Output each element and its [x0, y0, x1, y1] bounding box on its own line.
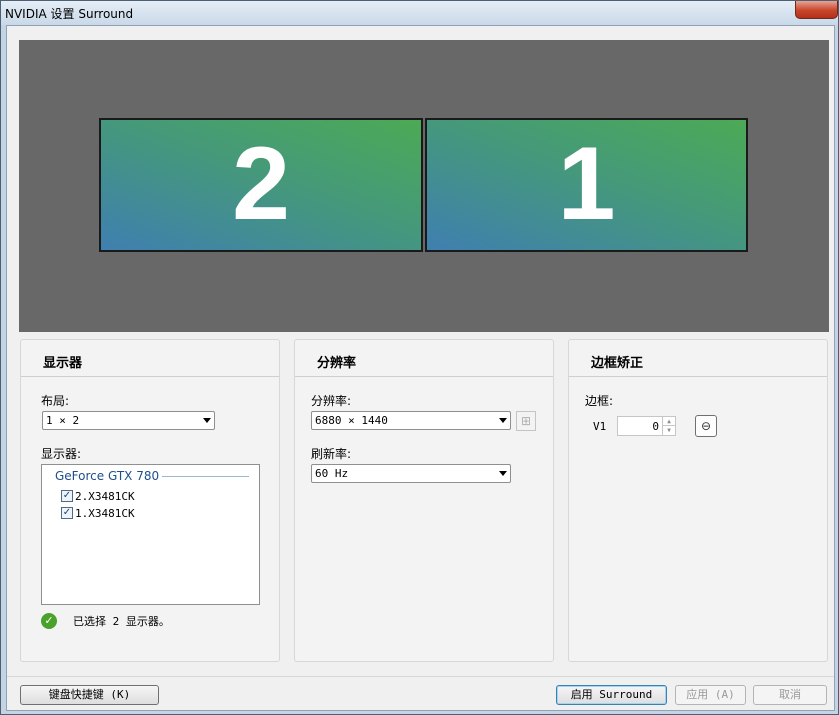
close-button[interactable] [795, 1, 838, 19]
panel-header: 显示器 [21, 340, 279, 377]
window-title: NVIDIA 设置 Surround [5, 7, 134, 21]
chevron-down-icon [499, 471, 507, 476]
display-list[interactable]: GeForce GTX 780 ✓ 2.X3481CK ✓ 1.X3481CK [41, 464, 260, 605]
panel-header: 分辨率 [295, 340, 553, 377]
gpu-group-label: GeForce GTX 780 [55, 469, 160, 483]
resolution-label: 分辨率: [311, 394, 352, 408]
resolution-dropdown[interactable]: 6880 × 1440 [311, 411, 511, 430]
client-area: 2 1 显示器 布局: 1 × 2 显示器: GeForce GTX 780 ✓ [6, 25, 835, 711]
displays-panel: 显示器 布局: 1 × 2 显示器: GeForce GTX 780 ✓ 2.X… [20, 339, 280, 662]
resolution-panel: 分辨率 分辨率: 6880 × 1440 ⊞ 刷新率: 60 Hz [294, 339, 554, 662]
bezel-v1-stepper[interactable]: 0 ▲ ▼ [617, 416, 676, 436]
displays-label: 显示器: [41, 447, 82, 461]
group-divider [162, 476, 249, 477]
display-preview: 2 1 [19, 40, 829, 332]
bezel-label: 边框: [585, 394, 614, 408]
layout-value: 1 × 2 [46, 414, 80, 427]
bezel-panel: 边框矫正 边框: V1 0 ▲ ▼ ⊖ [568, 339, 828, 662]
surround-window: NVIDIA 设置 Surround 2 1 显示器 布局: 1 × 2 显示器… [0, 0, 839, 715]
display-item-label: 2.X3481CK [75, 490, 135, 503]
title-bar[interactable]: NVIDIA 设置 Surround [1, 1, 838, 25]
display-checkbox[interactable]: ✓ [61, 507, 73, 519]
panel-title: 显示器 [43, 356, 83, 371]
monitor-number: 1 [557, 126, 616, 242]
monitor-number: 2 [232, 126, 290, 242]
bezel-v1-value: 0 [652, 420, 659, 433]
keyboard-shortcuts-button[interactable]: 键盘快捷键 (K) [20, 685, 159, 705]
resolution-value: 6880 × 1440 [315, 414, 388, 427]
monitor-tile-2[interactable]: 2 [99, 118, 423, 252]
display-item-label: 1.X3481CK [75, 507, 135, 520]
add-resolution-icon[interactable]: ⊞ [516, 411, 536, 431]
stepper-down-icon[interactable]: ▼ [662, 426, 675, 435]
panel-title: 分辨率 [317, 356, 357, 371]
stepper-up-icon[interactable]: ▲ [662, 417, 675, 426]
chevron-down-icon [203, 418, 211, 423]
cancel-button[interactable]: 取消 [753, 685, 827, 705]
chevron-down-icon [499, 418, 507, 423]
layout-dropdown[interactable]: 1 × 2 [42, 411, 215, 430]
display-checkbox[interactable]: ✓ [61, 490, 73, 502]
panel-header: 边框矫正 [569, 340, 827, 377]
panel-title: 边框矫正 [591, 356, 644, 371]
refresh-rate-label: 刷新率: [311, 447, 352, 461]
enable-surround-button[interactable]: 启用 Surround [556, 685, 667, 705]
apply-button[interactable]: 应用 (A) [675, 685, 746, 705]
layout-label: 布局: [41, 394, 70, 408]
selection-status: 已选择 2 显示器。 [73, 615, 170, 628]
refresh-rate-dropdown[interactable]: 60 Hz [311, 464, 511, 483]
monitor-tile-1[interactable]: 1 [425, 118, 748, 252]
v1-label: V1 [593, 420, 607, 433]
check-circle-icon: ✓ [41, 613, 57, 629]
footer-divider [7, 676, 834, 677]
refresh-rate-value: 60 Hz [315, 467, 349, 480]
link-icon[interactable]: ⊖ [695, 415, 717, 437]
